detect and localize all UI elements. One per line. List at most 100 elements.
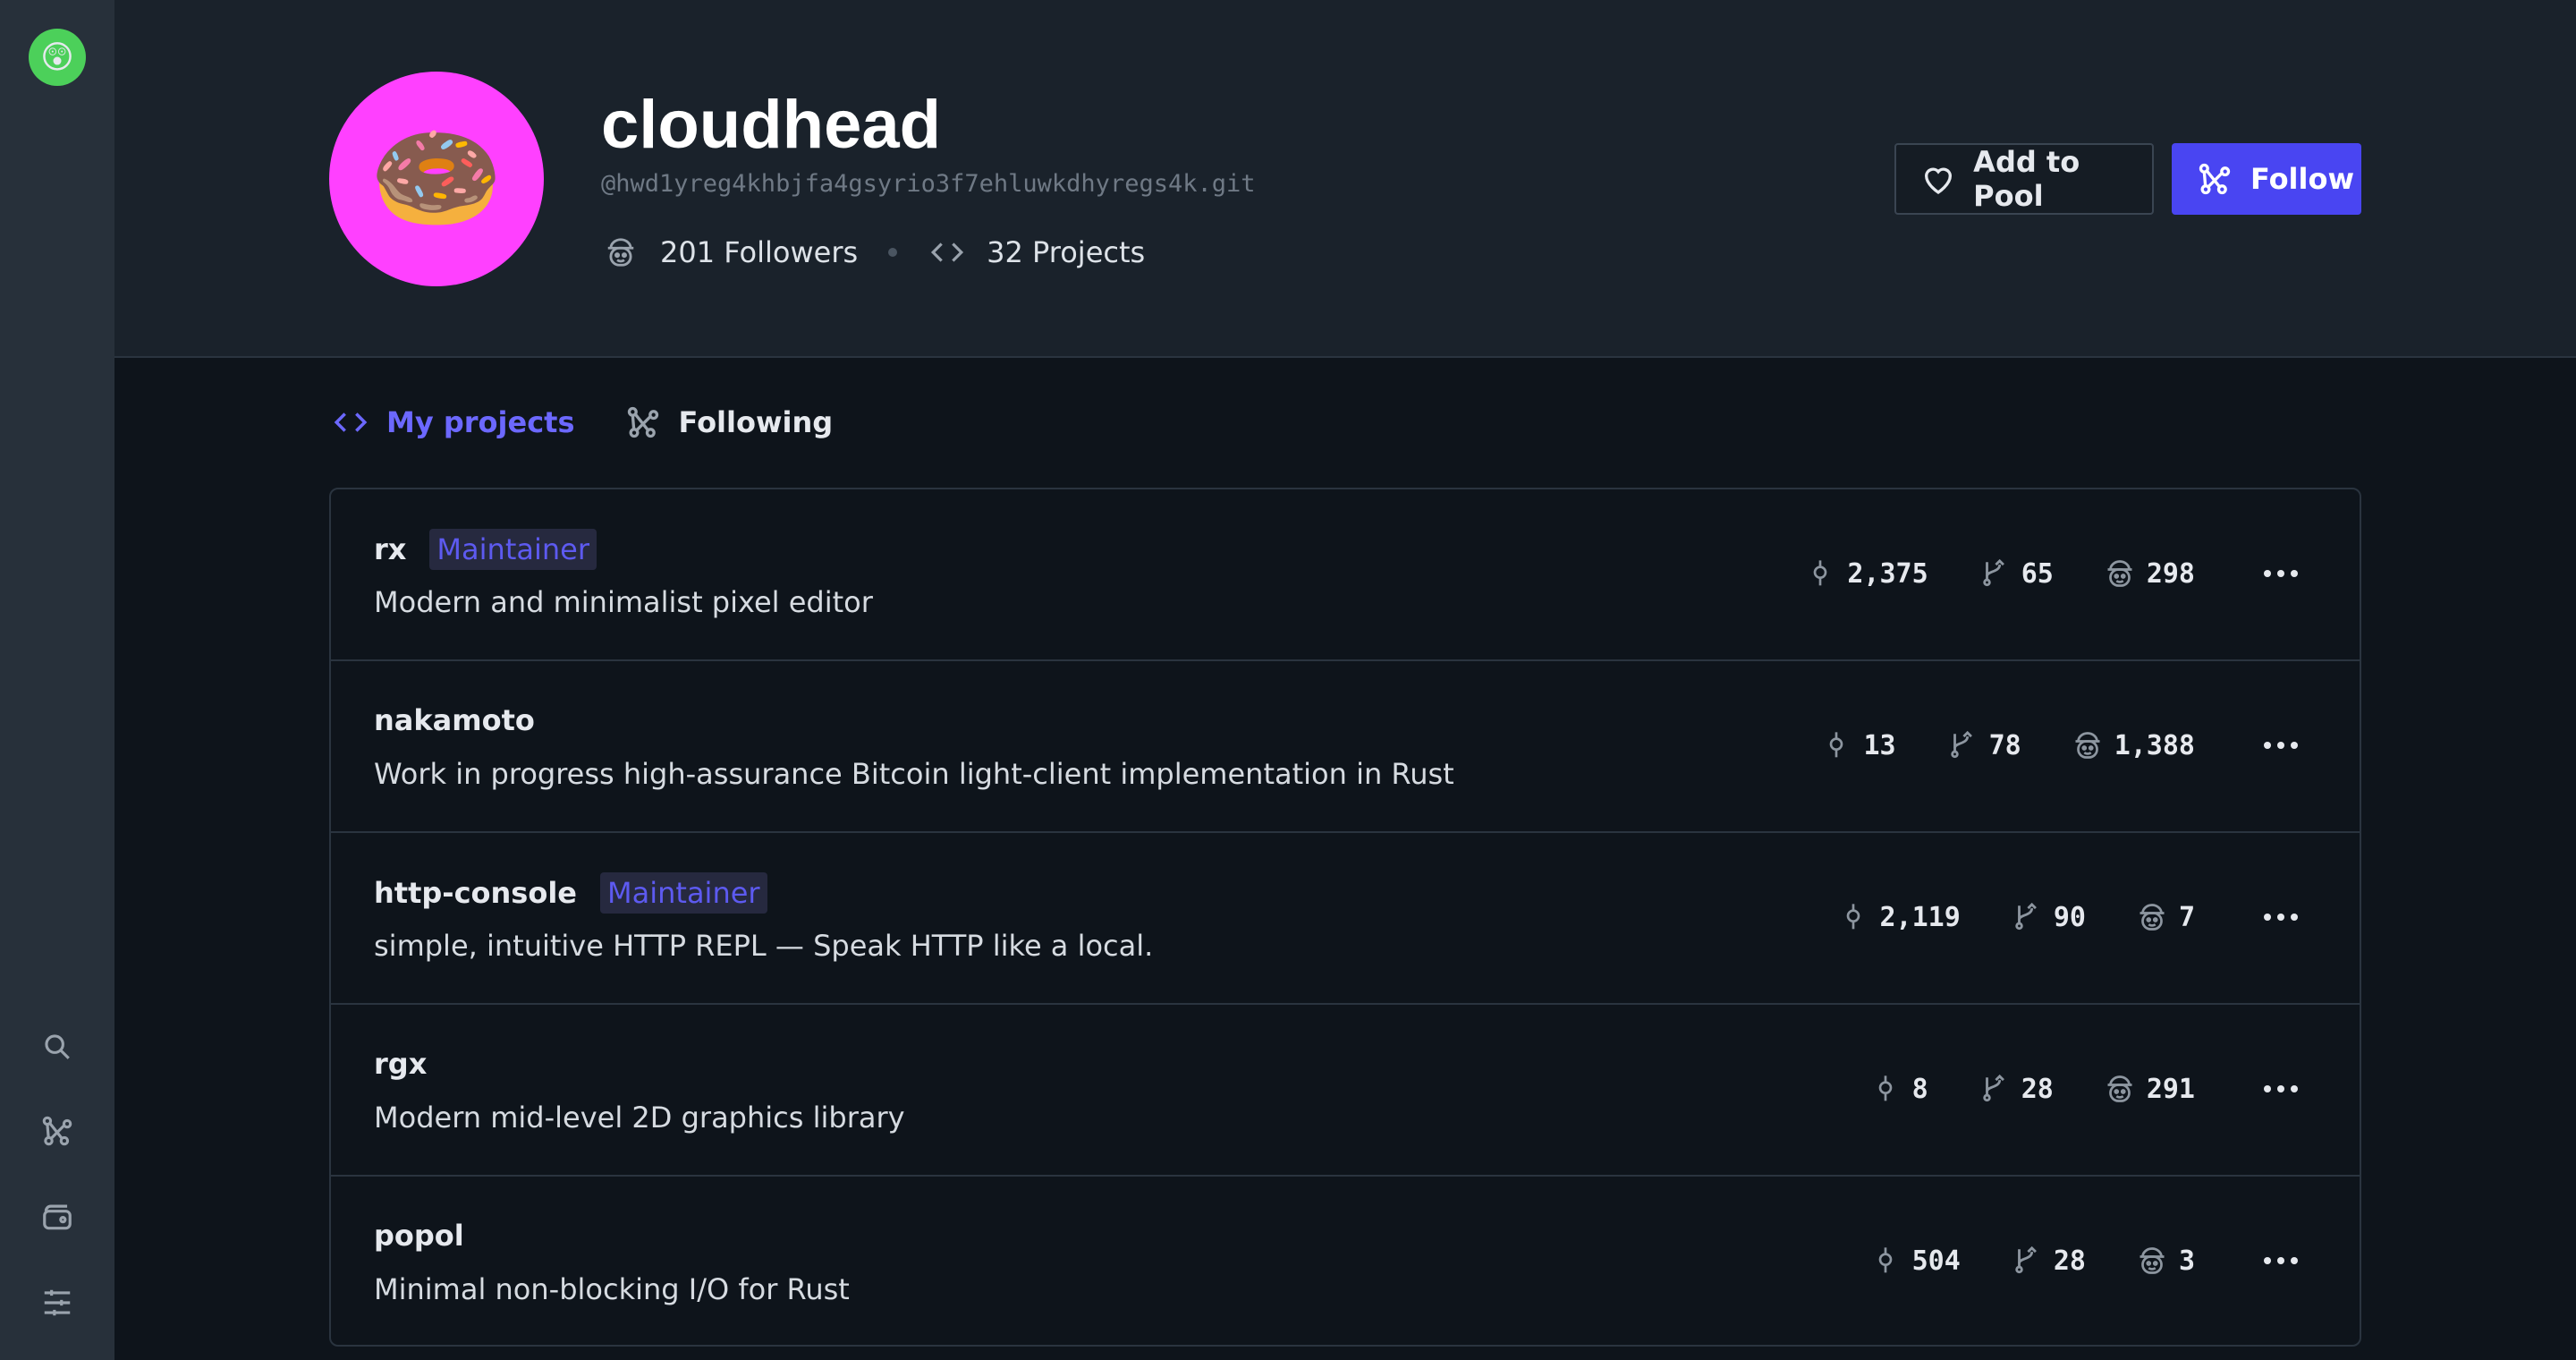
branches-count: 78 xyxy=(1988,729,2021,761)
branches-count: 65 xyxy=(2021,557,2054,590)
maintainer-badge: Maintainer xyxy=(600,872,767,914)
contributor-icon xyxy=(2102,556,2138,591)
project-name-line: popol xyxy=(374,1216,464,1255)
ellipsis-icon xyxy=(2264,914,2298,921)
contributor-icon xyxy=(2134,899,2170,935)
commits-stat: 504 xyxy=(1868,1243,1961,1279)
commits-count: 2,375 xyxy=(1847,557,1928,590)
more-options-button[interactable] xyxy=(2259,726,2302,765)
profile-handle[interactable]: @hwd1yreg4khbjfa4gsyrio3f7ehluwkdhyregs4… xyxy=(601,170,1256,198)
project-name[interactable]: http-console xyxy=(374,873,577,913)
branches-count: 28 xyxy=(2053,1245,2086,1277)
ellipsis-icon xyxy=(2264,1085,2298,1092)
branches-stat: 90 xyxy=(2009,899,2086,935)
user-avatar-emoji: 😲 xyxy=(40,38,74,76)
profile-avatar: 🍩 xyxy=(329,72,544,286)
tab-following[interactable]: Following xyxy=(623,403,834,442)
project-stats: 504 28 3 xyxy=(1819,1239,2195,1282)
project-name-line: http-console Maintainer xyxy=(374,872,767,914)
project-name[interactable]: popol xyxy=(374,1216,464,1255)
project-row[interactable]: http-console Maintainer simple, intuitiv… xyxy=(331,833,2360,1005)
commits-count: 504 xyxy=(1911,1245,1961,1277)
branches-stat: 28 xyxy=(2009,1243,2086,1279)
commits-stat: 2,375 xyxy=(1802,556,1928,591)
profile-avatar-emoji: 🍩 xyxy=(369,116,504,241)
commits-count: 13 xyxy=(1863,729,1896,761)
ellipsis-icon xyxy=(2264,570,2298,577)
code-icon xyxy=(928,233,967,272)
more-options-button[interactable] xyxy=(2259,1241,2302,1280)
project-description: Modern mid-level 2D graphics library xyxy=(374,1101,905,1135)
branch-icon xyxy=(1977,1071,2012,1107)
commit-icon xyxy=(1835,899,1871,935)
project-description: simple, intuitive HTTP REPL — Speak HTTP… xyxy=(374,929,1154,963)
branch-icon xyxy=(1977,556,2012,591)
network-icon[interactable] xyxy=(36,1109,79,1152)
project-row[interactable]: rgx Modern mid-level 2D graphics library… xyxy=(331,1005,2360,1177)
settings-sliders-icon[interactable] xyxy=(36,1281,79,1324)
heart-icon xyxy=(1919,159,1957,199)
project-row[interactable]: rx Maintainer Modern and minimalist pixe… xyxy=(331,489,2360,661)
commit-icon xyxy=(1802,556,1838,591)
project-name-line: rx Maintainer xyxy=(374,529,597,570)
branch-icon xyxy=(2009,899,2045,935)
network-icon xyxy=(623,403,663,442)
commits-stat: 2,119 xyxy=(1835,899,1961,935)
contributors-stat: 3 xyxy=(2134,1243,2195,1279)
project-row[interactable]: nakamoto Work in progress high-assurance… xyxy=(331,661,2360,833)
profile-stats: 201 Followers 32 Projects xyxy=(601,231,1145,274)
ellipsis-icon xyxy=(2264,1257,2298,1264)
commits-stat: 8 xyxy=(1868,1071,1928,1107)
followers-count[interactable]: 201 Followers xyxy=(660,235,858,269)
commit-icon xyxy=(1868,1071,1903,1107)
contributors-count: 1,388 xyxy=(2114,729,2195,761)
branches-count: 28 xyxy=(2021,1073,2054,1105)
maintainer-badge: Maintainer xyxy=(429,529,597,570)
branch-icon xyxy=(1945,727,1980,763)
add-to-pool-label: Add to Pool xyxy=(1973,145,2080,213)
projects-count[interactable]: 32 Projects xyxy=(987,235,1145,269)
commits-stat: 13 xyxy=(1818,727,1896,763)
branches-stat: 78 xyxy=(1945,727,2021,763)
sidebar: 😲 xyxy=(0,0,114,1360)
more-options-button[interactable] xyxy=(2259,1069,2302,1109)
contributors-stat: 1,388 xyxy=(2070,727,2195,763)
tab-my-projects[interactable]: My projects xyxy=(331,403,575,442)
project-stats: 13 78 1,388 xyxy=(1770,724,2195,767)
network-icon xyxy=(2195,159,2234,199)
search-icon[interactable] xyxy=(36,1025,79,1068)
tab-label: My projects xyxy=(386,405,575,439)
more-options-button[interactable] xyxy=(2259,897,2302,937)
project-name-line: rgx xyxy=(374,1044,427,1084)
project-name[interactable]: rgx xyxy=(374,1044,427,1084)
contributors-count: 291 xyxy=(2146,1073,2195,1105)
project-name-line: nakamoto xyxy=(374,701,535,740)
project-name[interactable]: nakamoto xyxy=(374,701,535,740)
tab-label: Following xyxy=(678,405,834,439)
contributor-icon xyxy=(2102,1071,2138,1107)
project-list: rx Maintainer Modern and minimalist pixe… xyxy=(329,488,2361,1347)
commit-icon xyxy=(1868,1243,1903,1279)
more-options-button[interactable] xyxy=(2259,554,2302,593)
project-stats: 8 28 291 xyxy=(1819,1067,2195,1110)
commits-count: 8 xyxy=(1911,1073,1928,1105)
user-avatar[interactable]: 😲 xyxy=(29,29,86,86)
ellipsis-icon xyxy=(2264,742,2298,749)
wallet-icon[interactable] xyxy=(36,1195,79,1238)
contributor-icon xyxy=(2070,727,2106,763)
contributors-count: 7 xyxy=(2178,901,2195,933)
follow-button[interactable]: Follow xyxy=(2172,143,2361,215)
project-description: Modern and minimalist pixel editor xyxy=(374,585,873,619)
follow-label: Follow xyxy=(2250,162,2355,196)
code-icon xyxy=(331,403,370,442)
add-to-pool-button[interactable]: Add to Pool xyxy=(1894,143,2154,215)
contributors-count: 3 xyxy=(2178,1245,2195,1277)
project-description: Minimal non-blocking I/O for Rust xyxy=(374,1272,850,1306)
commits-count: 2,119 xyxy=(1879,901,1961,933)
branch-icon xyxy=(2009,1243,2045,1279)
contributors-stat: 7 xyxy=(2134,899,2195,935)
project-name[interactable]: rx xyxy=(374,530,406,569)
branches-stat: 28 xyxy=(1977,1071,2054,1107)
profile-name: cloudhead xyxy=(601,87,942,163)
project-row[interactable]: popol Minimal non-blocking I/O for Rust … xyxy=(331,1177,2360,1345)
